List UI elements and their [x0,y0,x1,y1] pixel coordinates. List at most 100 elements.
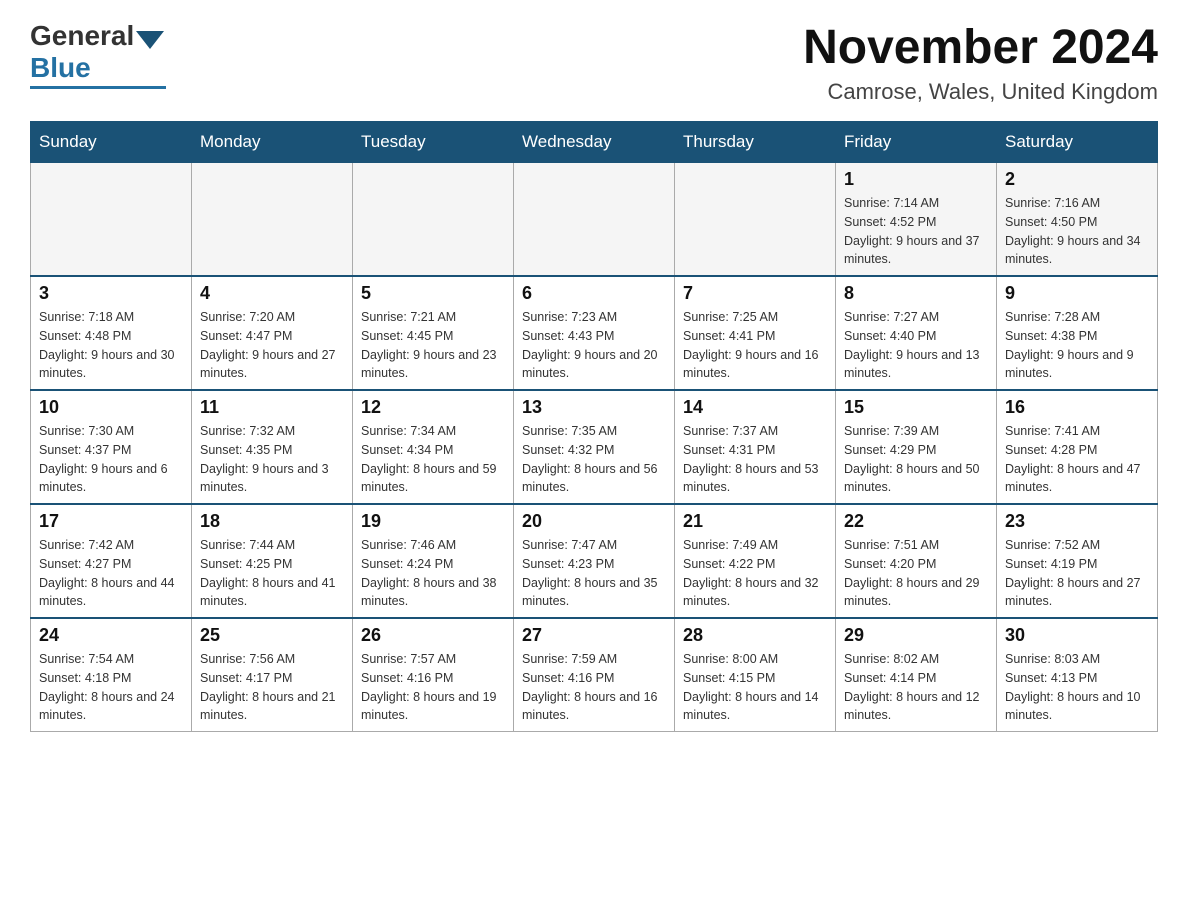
week-row-1: 1 Sunrise: 7:14 AMSunset: 4:52 PMDaylight… [31,163,1158,277]
logo-triangle-icon [136,31,164,49]
day-info: Sunrise: 7:51 AMSunset: 4:20 PMDaylight:… [844,536,988,611]
day-number: 2 [1005,169,1149,190]
calendar-cell: 11 Sunrise: 7:32 AMSunset: 4:35 PMDayligh… [192,390,353,504]
day-info: Sunrise: 7:34 AMSunset: 4:34 PMDaylight:… [361,422,505,497]
day-number: 11 [200,397,344,418]
calendar-cell: 24 Sunrise: 7:54 AMSunset: 4:18 PMDayligh… [31,618,192,732]
day-number: 13 [522,397,666,418]
calendar-cell: 22 Sunrise: 7:51 AMSunset: 4:20 PMDayligh… [836,504,997,618]
day-number: 20 [522,511,666,532]
day-number: 16 [1005,397,1149,418]
day-number: 30 [1005,625,1149,646]
calendar-cell: 2 Sunrise: 7:16 AMSunset: 4:50 PMDaylight… [997,163,1158,277]
day-number: 1 [844,169,988,190]
day-info: Sunrise: 7:46 AMSunset: 4:24 PMDaylight:… [361,536,505,611]
day-info: Sunrise: 7:14 AMSunset: 4:52 PMDaylight:… [844,194,988,269]
day-info: Sunrise: 7:57 AMSunset: 4:16 PMDaylight:… [361,650,505,725]
day-info: Sunrise: 8:02 AMSunset: 4:14 PMDaylight:… [844,650,988,725]
day-info: Sunrise: 7:30 AMSunset: 4:37 PMDaylight:… [39,422,183,497]
calendar-cell: 12Sunrise: 7:34 AMSunset: 4:34 PMDayligh… [353,390,514,504]
day-info: Sunrise: 7:21 AMSunset: 4:45 PMDaylight:… [361,308,505,383]
calendar-cell [353,163,514,277]
weekday-header-saturday: Saturday [997,122,1158,163]
calendar-cell: 16 Sunrise: 7:41 AMSunset: 4:28 PMDayligh… [997,390,1158,504]
calendar-cell: 4Sunrise: 7:20 AMSunset: 4:47 PMDaylight… [192,276,353,390]
day-number: 26 [361,625,505,646]
page-subtitle: Camrose, Wales, United Kingdom [803,79,1158,105]
day-info: Sunrise: 7:32 AMSunset: 4:35 PMDaylight:… [200,422,344,497]
day-info: Sunrise: 7:37 AMSunset: 4:31 PMDaylight:… [683,422,827,497]
day-info: Sunrise: 7:23 AMSunset: 4:43 PMDaylight:… [522,308,666,383]
day-number: 21 [683,511,827,532]
calendar-cell [192,163,353,277]
calendar-cell [675,163,836,277]
calendar-cell: 18 Sunrise: 7:44 AMSunset: 4:25 PMDayligh… [192,504,353,618]
day-number: 18 [200,511,344,532]
day-number: 14 [683,397,827,418]
calendar-cell: 21 Sunrise: 7:49 AMSunset: 4:22 PMDayligh… [675,504,836,618]
day-info: Sunrise: 7:16 AMSunset: 4:50 PMDaylight:… [1005,194,1149,269]
logo-blue: Blue [30,52,91,84]
logo-text: General [30,20,166,52]
weekday-header-thursday: Thursday [675,122,836,163]
day-info: Sunrise: 7:27 AMSunset: 4:40 PMDaylight:… [844,308,988,383]
day-info: Sunrise: 7:52 AMSunset: 4:19 PMDaylight:… [1005,536,1149,611]
calendar-cell: 15Sunrise: 7:39 AMSunset: 4:29 PMDayligh… [836,390,997,504]
day-number: 15 [844,397,988,418]
week-row-4: 17Sunrise: 7:42 AMSunset: 4:27 PMDayligh… [31,504,1158,618]
calendar-cell: 25 Sunrise: 7:56 AMSunset: 4:17 PMDayligh… [192,618,353,732]
calendar-table: SundayMondayTuesdayWednesdayThursdayFrid… [30,121,1158,732]
calendar-cell: 29 Sunrise: 8:02 AMSunset: 4:14 PMDayligh… [836,618,997,732]
day-info: Sunrise: 7:42 AMSunset: 4:27 PMDaylight:… [39,536,183,611]
calendar-cell: 30 Sunrise: 8:03 AMSunset: 4:13 PMDayligh… [997,618,1158,732]
calendar-cell: 26 Sunrise: 7:57 AMSunset: 4:16 PMDayligh… [353,618,514,732]
calendar-cell [514,163,675,277]
calendar-cell: 20 Sunrise: 7:47 AMSunset: 4:23 PMDayligh… [514,504,675,618]
week-row-2: 3Sunrise: 7:18 AMSunset: 4:48 PMDaylight… [31,276,1158,390]
calendar-cell: 14 Sunrise: 7:37 AMSunset: 4:31 PMDayligh… [675,390,836,504]
day-info: Sunrise: 7:18 AMSunset: 4:48 PMDaylight:… [39,308,183,383]
week-row-3: 10 Sunrise: 7:30 AMSunset: 4:37 PMDayligh… [31,390,1158,504]
calendar-cell: 3Sunrise: 7:18 AMSunset: 4:48 PMDaylight… [31,276,192,390]
page-header: General Blue November 2024 Camrose, Wale… [30,20,1158,105]
day-number: 22 [844,511,988,532]
day-number: 4 [200,283,344,304]
day-number: 29 [844,625,988,646]
calendar-cell: 10 Sunrise: 7:30 AMSunset: 4:37 PMDayligh… [31,390,192,504]
day-info: Sunrise: 7:54 AMSunset: 4:18 PMDaylight:… [39,650,183,725]
calendar-cell: 5 Sunrise: 7:21 AMSunset: 4:45 PMDaylight… [353,276,514,390]
logo-general: General [30,20,134,52]
calendar-cell: 6Sunrise: 7:23 AMSunset: 4:43 PMDaylight… [514,276,675,390]
day-info: Sunrise: 7:41 AMSunset: 4:28 PMDaylight:… [1005,422,1149,497]
day-number: 9 [1005,283,1149,304]
day-number: 8 [844,283,988,304]
day-info: Sunrise: 7:56 AMSunset: 4:17 PMDaylight:… [200,650,344,725]
day-info: Sunrise: 7:44 AMSunset: 4:25 PMDaylight:… [200,536,344,611]
week-row-5: 24 Sunrise: 7:54 AMSunset: 4:18 PMDayligh… [31,618,1158,732]
day-info: Sunrise: 7:35 AMSunset: 4:32 PMDaylight:… [522,422,666,497]
day-number: 27 [522,625,666,646]
day-number: 28 [683,625,827,646]
weekday-header-wednesday: Wednesday [514,122,675,163]
day-number: 25 [200,625,344,646]
day-info: Sunrise: 7:49 AMSunset: 4:22 PMDaylight:… [683,536,827,611]
day-info: Sunrise: 7:25 AMSunset: 4:41 PMDaylight:… [683,308,827,383]
calendar-cell: 28Sunrise: 8:00 AMSunset: 4:15 PMDayligh… [675,618,836,732]
day-info: Sunrise: 8:03 AMSunset: 4:13 PMDaylight:… [1005,650,1149,725]
weekday-header-monday: Monday [192,122,353,163]
day-number: 7 [683,283,827,304]
day-number: 5 [361,283,505,304]
day-info: Sunrise: 7:28 AMSunset: 4:38 PMDaylight:… [1005,308,1149,383]
day-info: Sunrise: 7:47 AMSunset: 4:23 PMDaylight:… [522,536,666,611]
calendar-cell: 7 Sunrise: 7:25 AMSunset: 4:41 PMDaylight… [675,276,836,390]
calendar-cell: 13 Sunrise: 7:35 AMSunset: 4:32 PMDayligh… [514,390,675,504]
calendar-cell: 1 Sunrise: 7:14 AMSunset: 4:52 PMDaylight… [836,163,997,277]
day-info: Sunrise: 7:59 AMSunset: 4:16 PMDaylight:… [522,650,666,725]
title-area: November 2024 Camrose, Wales, United Kin… [803,20,1158,105]
day-number: 10 [39,397,183,418]
weekday-header-sunday: Sunday [31,122,192,163]
day-number: 24 [39,625,183,646]
day-number: 19 [361,511,505,532]
page-title: November 2024 [803,20,1158,75]
calendar-cell: 23Sunrise: 7:52 AMSunset: 4:19 PMDayligh… [997,504,1158,618]
